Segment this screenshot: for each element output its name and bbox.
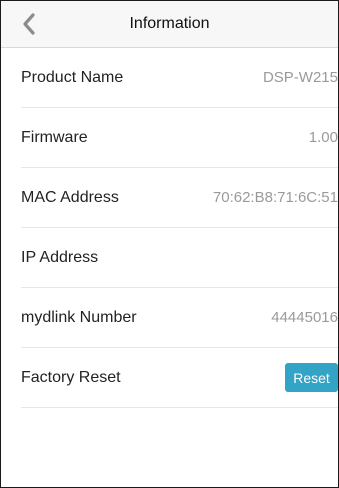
mac-address-value: 70:62:B8:71:6C:51 xyxy=(212,189,338,206)
row-product-name: Product Name DSP-W215 xyxy=(21,48,338,108)
product-name-value: DSP-W215 xyxy=(262,69,338,86)
product-name-label: Product Name xyxy=(21,68,124,86)
firmware-value: 1.00 xyxy=(308,129,338,146)
mydlink-number-value: 44445016 xyxy=(271,309,338,326)
information-screen: Information Product Name DSP-W215 Firmwa… xyxy=(0,0,339,488)
mac-address-label: MAC Address xyxy=(21,188,119,206)
row-ip-address: IP Address xyxy=(21,228,338,288)
ip-address-label: IP Address xyxy=(21,248,99,266)
row-factory-reset: Factory Reset Reset xyxy=(21,348,338,408)
reset-button[interactable]: Reset xyxy=(285,363,338,392)
mydlink-number-label: mydlink Number xyxy=(21,308,137,326)
navigation-bar: Information xyxy=(1,1,338,48)
row-firmware: Firmware 1.00 xyxy=(21,108,338,168)
row-mac-address: MAC Address 70:62:B8:71:6C:51 xyxy=(21,168,338,228)
row-mydlink-number: mydlink Number 44445016 xyxy=(21,288,338,348)
factory-reset-label: Factory Reset xyxy=(21,368,121,386)
page-title: Information xyxy=(129,15,210,32)
info-list: Product Name DSP-W215 Firmware 1.00 MAC … xyxy=(1,48,338,408)
firmware-label: Firmware xyxy=(21,128,88,146)
